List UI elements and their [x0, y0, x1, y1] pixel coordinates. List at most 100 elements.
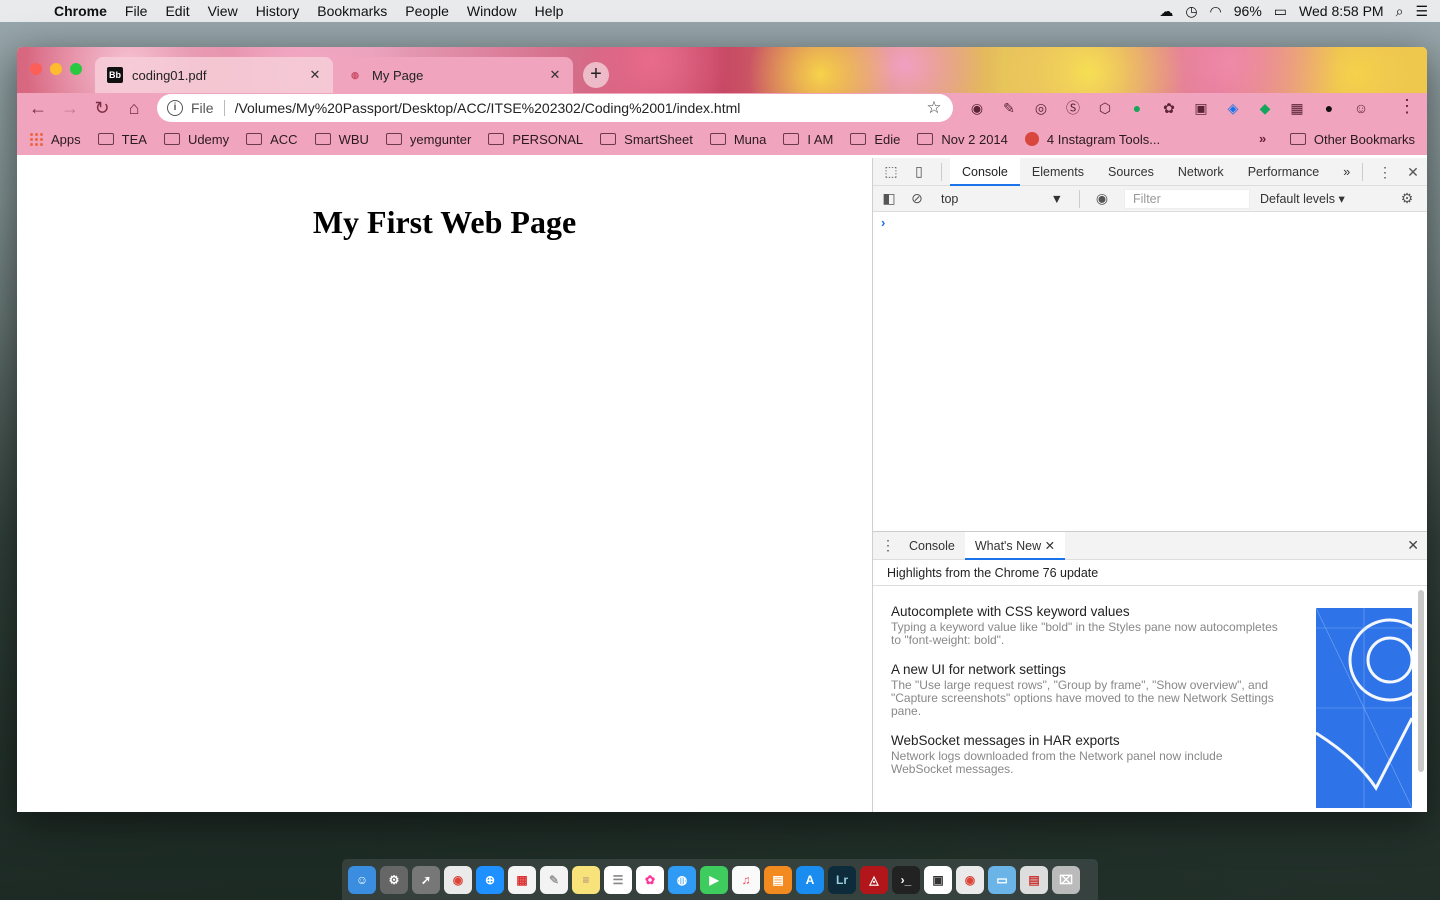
- notes-icon[interactable]: ≡: [572, 865, 600, 894]
- camera-extension-icon[interactable]: ◉: [965, 96, 989, 120]
- bookmark-folder-tea[interactable]: TEA: [97, 132, 147, 147]
- url-text[interactable]: /Volumes/My%20Passport/Desktop/ACC/ITSE%…: [235, 100, 921, 116]
- reader-extension-icon[interactable]: ◎: [1029, 96, 1053, 120]
- chrome-menu-icon[interactable]: ⋮: [1397, 96, 1417, 120]
- safari-icon[interactable]: ⊕: [476, 865, 504, 894]
- bookmark-folder-muna[interactable]: Muna: [709, 132, 766, 147]
- drive-extension-icon[interactable]: ◈: [1221, 96, 1245, 120]
- menu-history[interactable]: History: [256, 3, 300, 19]
- forward-arrow-icon[interactable]: →: [57, 95, 83, 121]
- lightroom-icon[interactable]: Lr: [828, 865, 856, 894]
- facetime-icon[interactable]: ▶: [700, 865, 728, 894]
- ibooks-icon[interactable]: ▤: [764, 865, 792, 894]
- bookmark-folder-smartsheet[interactable]: SmartSheet: [600, 132, 693, 147]
- menu-view[interactable]: View: [208, 3, 238, 19]
- bookmark-instagram-tools[interactable]: 4 Instagram Tools...: [1024, 132, 1160, 147]
- clear-console-icon[interactable]: ⊘: [903, 190, 931, 207]
- app-store-icon[interactable]: A: [796, 865, 824, 894]
- close-icon[interactable]: ✕: [1045, 539, 1055, 553]
- battery-percent[interactable]: 96%: [1234, 3, 1262, 19]
- bookmark-folder-wbu[interactable]: WBU: [314, 132, 369, 147]
- menubar-clock[interactable]: Wed 8:58 PM: [1299, 3, 1384, 19]
- bookmark-folder-udemy[interactable]: Udemy: [163, 132, 229, 147]
- whats-new-item[interactable]: A new UI for network settings The "Use l…: [891, 662, 1281, 718]
- new-tab-button[interactable]: +: [583, 62, 609, 88]
- spotlight-search-icon[interactable]: ⌕: [1396, 3, 1404, 20]
- console-output[interactable]: ›: [873, 212, 1427, 532]
- textedit-icon[interactable]: ✎: [540, 865, 568, 894]
- tab-coding01-pdf[interactable]: Bb coding01.pdf ✕: [95, 57, 333, 93]
- terminal-icon[interactable]: ›_: [892, 865, 920, 894]
- log-levels-dropdown[interactable]: Default levels ▾: [1260, 191, 1345, 206]
- trash-icon[interactable]: ⌧: [1052, 865, 1080, 894]
- menu-file[interactable]: File: [125, 3, 148, 19]
- inspect-element-icon[interactable]: ⬚: [877, 163, 905, 180]
- drawer-menu-icon[interactable]: ⋮: [877, 537, 899, 554]
- back-arrow-icon[interactable]: ←: [25, 95, 51, 121]
- bookmark-folder-i-am[interactable]: I AM: [783, 132, 833, 147]
- drawer-tab-whats-new[interactable]: What's New ✕: [964, 531, 1066, 560]
- reminders-icon[interactable]: ☰: [604, 865, 632, 894]
- menu-help[interactable]: Help: [535, 3, 564, 19]
- bookmarks-overflow-chevron[interactable]: »: [1259, 131, 1266, 146]
- drawer-tab-console[interactable]: Console: [899, 532, 965, 560]
- info-icon[interactable]: i: [167, 100, 183, 116]
- tab-elements[interactable]: Elements: [1020, 158, 1096, 186]
- device-toolbar-icon[interactable]: ▯: [905, 163, 933, 180]
- acrobat-icon[interactable]: ◬: [860, 865, 888, 894]
- kebab-menu-icon[interactable]: ⋮: [1371, 164, 1399, 181]
- photos-icon[interactable]: ✿: [636, 865, 664, 894]
- menu-bookmarks[interactable]: Bookmarks: [317, 3, 387, 19]
- whats-new-item[interactable]: WebSocket messages in HAR exports Networ…: [891, 733, 1281, 776]
- chrome-app-icon[interactable]: ◉: [956, 865, 984, 894]
- close-icon[interactable]: ✕: [1399, 164, 1427, 181]
- address-bar[interactable]: i File /Volumes/My%20Passport/Desktop/AC…: [157, 94, 953, 122]
- close-icon[interactable]: ✕: [1407, 537, 1419, 554]
- settings-gear-icon[interactable]: ⚙: [1393, 190, 1421, 207]
- close-icon[interactable]: ✕: [545, 67, 565, 83]
- profile-avatar[interactable]: ☺: [1349, 96, 1373, 120]
- notification-center-icon[interactable]: ☰: [1415, 3, 1428, 20]
- tab-my-page[interactable]: ◍ My Page ✕: [335, 57, 573, 93]
- bookmark-folder-acc[interactable]: ACC: [246, 132, 298, 147]
- menu-app-name[interactable]: Chrome: [54, 3, 107, 19]
- close-icon[interactable]: ✕: [305, 67, 325, 83]
- other-bookmarks[interactable]: Other Bookmarks: [1289, 123, 1415, 155]
- tab-console[interactable]: Console: [950, 157, 1020, 186]
- bookmark-apps[interactable]: Apps: [29, 132, 81, 147]
- window-zoom-button[interactable]: [70, 63, 82, 75]
- console-prompt-chevron[interactable]: ›: [881, 215, 885, 230]
- tab-network[interactable]: Network: [1166, 158, 1236, 186]
- chrome-icon[interactable]: ◉: [444, 865, 472, 894]
- window-minimize-button[interactable]: [50, 63, 62, 75]
- evernote-extension-icon[interactable]: ◆: [1253, 96, 1277, 120]
- reload-icon[interactable]: ↻: [89, 95, 115, 121]
- bookmark-star-icon[interactable]: ☆: [921, 98, 947, 118]
- eye-icon[interactable]: ◉: [1088, 190, 1116, 207]
- itunes-icon[interactable]: ♫: [732, 865, 760, 894]
- bookmark-folder-personal[interactable]: PERSONAL: [488, 132, 583, 147]
- menu-edit[interactable]: Edit: [165, 3, 189, 19]
- system-preferences-icon[interactable]: ⚙: [380, 865, 408, 894]
- context-select[interactable]: top ▼: [935, 192, 1071, 206]
- console-filter-input[interactable]: Filter: [1124, 188, 1250, 209]
- bookmark-folder-yemgunter[interactable]: yemgunter: [385, 132, 471, 147]
- virtualbox-icon[interactable]: ▣: [924, 865, 952, 894]
- tab-sources[interactable]: Sources: [1096, 158, 1166, 186]
- grammarly-extension-icon[interactable]: ●: [1125, 96, 1149, 120]
- downloads-folder-icon[interactable]: ▭: [988, 865, 1016, 894]
- launchpad-icon[interactable]: ➚: [412, 865, 440, 894]
- sidebar-toggle-icon[interactable]: ◧: [875, 190, 903, 207]
- scrollbar-thumb[interactable]: [1418, 590, 1424, 772]
- finder-icon[interactable]: ☺: [348, 865, 376, 894]
- window-close-button[interactable]: [30, 63, 42, 75]
- menu-window[interactable]: Window: [467, 3, 517, 19]
- wifi-icon[interactable]: ◠: [1210, 3, 1222, 20]
- calendar-extension-icon[interactable]: ▦: [1285, 96, 1309, 120]
- messages-icon[interactable]: ◍: [668, 865, 696, 894]
- bookmark-folder-nov-2-2014[interactable]: Nov 2 2014: [917, 132, 1008, 147]
- save-extension-icon[interactable]: ▣: [1189, 96, 1213, 120]
- bookmark-folder-edie[interactable]: Edie: [850, 132, 900, 147]
- creative-cloud-icon[interactable]: ☁: [1159, 3, 1173, 20]
- whats-new-item[interactable]: Autocomplete with CSS keyword values Typ…: [891, 604, 1281, 647]
